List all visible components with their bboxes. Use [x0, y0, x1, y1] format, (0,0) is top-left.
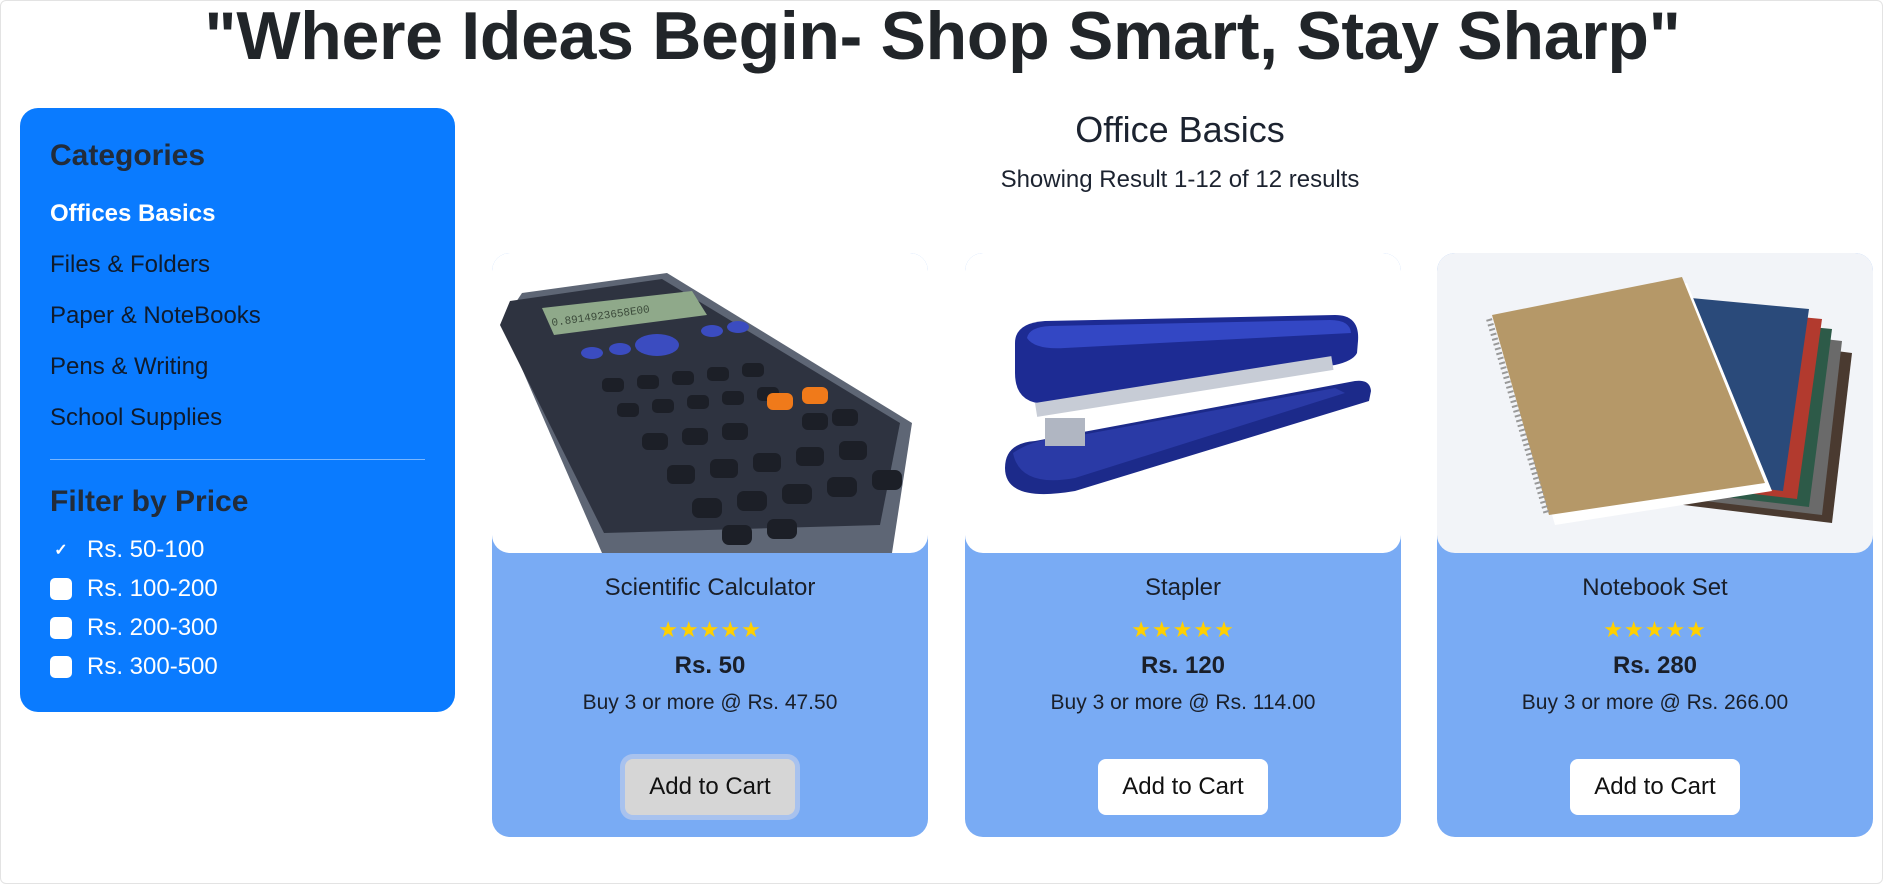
category-paper-notebooks[interactable]: Paper & NoteBooks [50, 290, 425, 341]
bulk-offer: Buy 3 or more @ Rs. 47.50 [582, 691, 838, 714]
page-title: "Where Ideas Begin- Shop Smart, Stay Sha… [204, 0, 1681, 74]
product-card: 0.8914923658E00 Scientific Calculator ★★… [492, 253, 928, 837]
sidebar: Categories Offices Basics Files & Folder… [20, 108, 455, 712]
add-to-cart-button[interactable]: Add to Cart [625, 759, 795, 815]
filter-200-300[interactable]: Rs. 200-300 [50, 608, 425, 647]
filter-label: Rs. 100-200 [87, 574, 218, 602]
stapler-image[interactable] [965, 253, 1401, 553]
category-list: Offices Basics Files & Folders Paper & N… [50, 188, 425, 443]
star-rating-icon: ★★★★★ [1603, 617, 1707, 642]
checkbox-icon[interactable] [50, 577, 72, 600]
product-card: Notebook Set ★★★★★ Rs. 280 Buy 3 or more… [1437, 253, 1873, 837]
filter-label: Rs. 200-300 [87, 613, 218, 641]
price-filters: ✓ Rs. 50-100 Rs. 100-200 Rs. 200-300 Rs.… [50, 530, 425, 686]
checkbox-icon[interactable] [50, 655, 72, 678]
product-price: Rs. 50 [674, 652, 746, 679]
product-card: Stapler ★★★★★ Rs. 120 Buy 3 or more @ Rs… [965, 253, 1401, 837]
filter-label: Rs. 300-500 [87, 652, 218, 680]
categories-heading: Categories [50, 139, 206, 172]
add-to-cart-button[interactable]: Add to Cart [1098, 759, 1268, 815]
filter-300-500[interactable]: Rs. 300-500 [50, 647, 425, 686]
category-offices-basics[interactable]: Offices Basics [50, 188, 425, 239]
sidebar-divider [50, 459, 425, 460]
product-price: Rs. 280 [1612, 652, 1698, 679]
notebook-set-image[interactable] [1437, 253, 1873, 553]
category-school-supplies[interactable]: School Supplies [50, 392, 425, 443]
star-rating-icon: ★★★★★ [658, 617, 762, 642]
star-rating-icon: ★★★★★ [1131, 617, 1235, 642]
filter-50-100[interactable]: ✓ Rs. 50-100 [50, 530, 425, 569]
checkbox-icon[interactable] [50, 616, 72, 639]
filter-heading: Filter by Price [50, 485, 249, 518]
add-to-cart-button[interactable]: Add to Cart [1570, 759, 1740, 815]
section-title: Office Basics [1075, 109, 1285, 150]
category-files-folders[interactable]: Files & Folders [50, 239, 425, 290]
product-name: Scientific Calculator [604, 574, 816, 601]
results-count: Showing Result 1-12 of 12 results [1000, 166, 1360, 193]
category-pens-writing[interactable]: Pens & Writing [50, 341, 425, 392]
product-name: Stapler [1144, 574, 1222, 601]
product-name: Notebook Set [1582, 574, 1728, 601]
product-price: Rs. 120 [1140, 652, 1226, 679]
checkbox-checked-icon[interactable]: ✓ [50, 538, 72, 561]
filter-label: Rs. 50-100 [87, 535, 205, 563]
bulk-offer: Buy 3 or more @ Rs. 114.00 [1050, 691, 1316, 714]
calculator-image[interactable]: 0.8914923658E00 [492, 253, 928, 553]
filter-100-200[interactable]: Rs. 100-200 [50, 569, 425, 608]
bulk-offer: Buy 3 or more @ Rs. 266.00 [1521, 691, 1789, 714]
